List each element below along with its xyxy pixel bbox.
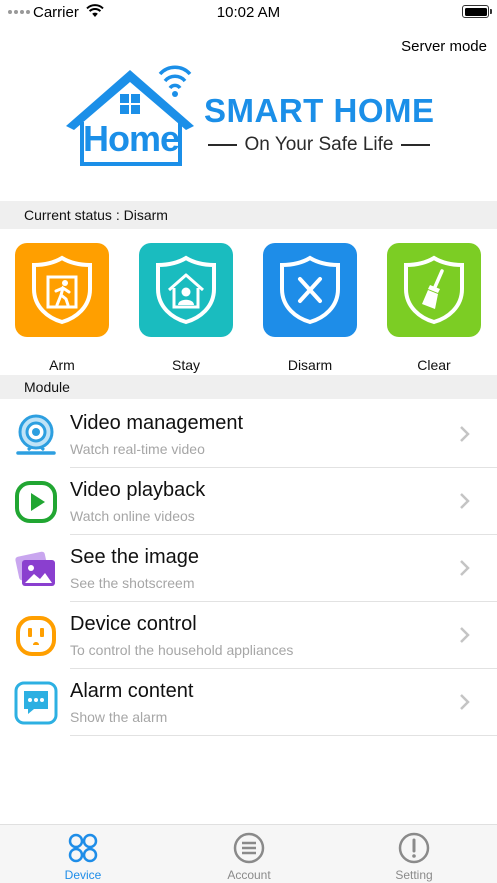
tab-account[interactable]: Account bbox=[166, 825, 332, 883]
clear-button[interactable]: Clear bbox=[387, 243, 483, 375]
current-status-label: Current status : Disarm bbox=[24, 207, 168, 223]
disarm-label: Disarm bbox=[287, 357, 333, 373]
chevron-right-icon bbox=[460, 426, 470, 442]
list-item-video-playback[interactable]: Video playback Watch online videos bbox=[0, 468, 497, 535]
play-icon bbox=[15, 481, 57, 523]
tab-setting[interactable]: Setting bbox=[331, 825, 497, 883]
image-icon bbox=[15, 551, 55, 586]
logo-title: SMART HOME bbox=[204, 92, 435, 129]
list-item-title: Device control bbox=[70, 613, 197, 635]
list-item-video-management[interactable]: Video management Watch real-time video bbox=[0, 401, 497, 468]
list-circle-icon bbox=[233, 832, 265, 864]
clock: 10:02 AM bbox=[216, 4, 281, 21]
list-item-see-the-image[interactable]: See the image See the shotscreem bbox=[0, 535, 497, 602]
tab-bar: Device Account Setting bbox=[0, 824, 497, 883]
list-item-subtitle: To control the household appliances bbox=[70, 642, 294, 658]
stay-tile[interactable] bbox=[139, 243, 233, 337]
message-icon bbox=[14, 681, 58, 725]
battery-icon bbox=[462, 5, 492, 18]
divider bbox=[401, 144, 431, 146]
tab-label: Setting bbox=[395, 868, 433, 882]
module-label: Module bbox=[24, 379, 70, 395]
current-status-bar: Current status : Disarm bbox=[0, 201, 497, 229]
chevron-right-icon bbox=[460, 560, 470, 576]
arm-tile[interactable] bbox=[15, 243, 109, 337]
chevron-right-icon bbox=[460, 694, 470, 710]
logo-badge-text: Home bbox=[82, 118, 180, 159]
grid-circles-icon bbox=[68, 833, 98, 863]
tab-label: Account bbox=[227, 868, 271, 882]
list-item-title: Alarm content bbox=[70, 680, 194, 702]
list-item-alarm-content[interactable]: Alarm content Show the alarm bbox=[0, 669, 497, 736]
list-item-subtitle: Watch real-time video bbox=[70, 441, 205, 457]
logo-tagline: On Your Safe Life bbox=[208, 134, 431, 156]
clear-tile[interactable] bbox=[387, 243, 481, 337]
status-bar: Carrier 10:02 AM bbox=[0, 0, 497, 24]
module-list: Video management Watch real-time video V… bbox=[0, 401, 497, 736]
list-item-device-control[interactable]: Device control To control the household … bbox=[0, 602, 497, 669]
home-person-shield-icon bbox=[156, 255, 216, 325]
chevron-right-icon bbox=[460, 627, 470, 643]
smart-home-logo: Home SMART HOME On Your Safe Life bbox=[62, 64, 434, 174]
list-item-subtitle: See the shotscreem bbox=[70, 575, 195, 591]
server-mode-button[interactable]: Server mode bbox=[401, 38, 487, 55]
arm-label: Arm bbox=[49, 357, 75, 373]
stay-label: Stay bbox=[171, 357, 200, 373]
list-item-subtitle: Watch online videos bbox=[70, 508, 195, 524]
tab-label: Device bbox=[64, 868, 102, 882]
alert-circle-icon bbox=[398, 832, 430, 864]
camera-icon bbox=[16, 414, 56, 455]
list-item-title: See the image bbox=[70, 546, 199, 568]
arm-button[interactable]: Arm bbox=[15, 243, 111, 375]
outlet-icon bbox=[16, 616, 56, 656]
runner-shield-icon bbox=[32, 255, 92, 325]
broom-shield-icon bbox=[404, 255, 464, 325]
disarm-button[interactable]: Disarm bbox=[263, 243, 359, 375]
list-item-title: Video management bbox=[70, 412, 244, 434]
divider bbox=[70, 735, 497, 736]
tab-device[interactable]: Device bbox=[0, 825, 166, 883]
divider bbox=[208, 144, 237, 146]
logo-tagline-text: On Your Safe Life bbox=[244, 134, 394, 155]
stay-button[interactable]: Stay bbox=[139, 243, 235, 375]
list-item-subtitle: Show the alarm bbox=[70, 709, 168, 725]
module-section-header: Module bbox=[0, 375, 497, 399]
x-shield-icon bbox=[280, 255, 340, 325]
chevron-right-icon bbox=[460, 493, 470, 509]
security-actions: Arm Stay Disarm Clear bbox=[0, 243, 497, 375]
disarm-tile[interactable] bbox=[263, 243, 357, 337]
clear-label: Clear bbox=[417, 357, 451, 373]
list-item-title: Video playback bbox=[70, 479, 206, 501]
